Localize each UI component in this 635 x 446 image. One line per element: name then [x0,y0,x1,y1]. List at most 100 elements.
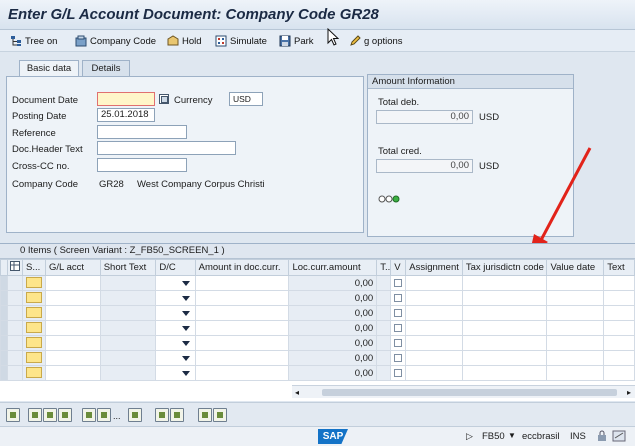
debit-credit-cell[interactable] [155,365,196,381]
col-value-date[interactable]: Value date [546,259,605,276]
scrollbar-thumb[interactable] [322,389,617,396]
chevron-down-icon[interactable] [181,310,190,316]
text-cell[interactable] [603,305,635,321]
status-cell-marker[interactable] [26,352,42,364]
debit-credit-cell[interactable] [155,335,196,351]
table-row[interactable]: 0,00 [0,335,635,351]
v-checkbox[interactable] [394,323,403,332]
status-cell[interactable] [22,335,46,351]
cut-icon[interactable] [82,408,96,422]
settings-icon[interactable] [612,430,626,445]
amount-doc-curr-cell[interactable] [194,275,290,291]
table-row[interactable]: 0,00 [0,365,635,381]
hold-button[interactable]: Hold [167,33,202,49]
gl-account-cell[interactable] [45,350,101,366]
debit-credit-cell[interactable] [155,350,196,366]
text-cell[interactable] [603,350,635,366]
debit-credit-cell[interactable] [155,275,196,291]
debit-credit-cell[interactable] [155,305,196,321]
horizontal-scrollbar[interactable]: ◂ ▸ [292,385,635,398]
row-selector[interactable] [0,320,8,336]
assignment-cell[interactable] [405,335,463,351]
amount-doc-curr-cell[interactable] [194,305,290,321]
doc-header-text-field[interactable] [97,141,236,155]
gl-account-cell[interactable] [45,290,101,306]
editing-options-button[interactable]: g options [349,33,403,49]
v-checkbox[interactable] [394,308,403,317]
tab-details[interactable]: Details [82,60,130,76]
assignment-cell[interactable] [405,305,463,321]
v-checkbox[interactable] [394,353,403,362]
text-cell[interactable] [603,365,635,381]
tax-jurisdiction-cell[interactable] [461,320,548,336]
v-checkbox[interactable] [394,278,403,287]
gl-account-cell[interactable] [45,335,101,351]
status-cell[interactable] [22,305,46,321]
row-selector[interactable] [0,290,8,306]
v-checkbox[interactable] [394,338,403,347]
v-cell[interactable] [390,365,407,381]
gl-account-cell[interactable] [45,305,101,321]
chevron-down-icon[interactable] [181,355,190,361]
col-v[interactable]: V [390,259,407,276]
gl-account-cell[interactable] [45,365,101,381]
row-selector[interactable] [0,335,8,351]
tax-jurisdiction-cell[interactable] [461,305,548,321]
status-cell[interactable] [22,365,46,381]
col-text[interactable]: Text [603,259,635,276]
assignment-cell[interactable] [405,365,463,381]
document-date-field[interactable] [97,92,155,106]
table-row[interactable]: 0,00 [0,305,635,321]
reference-field[interactable] [97,125,187,139]
play-icon[interactable]: ▷ [466,431,473,442]
status-cell-marker[interactable] [26,307,42,319]
status-cell-marker[interactable] [26,322,42,334]
text-cell[interactable] [603,290,635,306]
col-local-curr-amount[interactable]: Loc.curr.amount [288,259,378,276]
details-icon[interactable] [6,408,20,422]
chevron-down-icon[interactable] [181,370,190,376]
chevron-down-icon[interactable] [181,340,190,346]
amount-doc-curr-cell[interactable] [194,290,290,306]
paste-icon[interactable] [97,408,111,422]
value-date-cell[interactable] [546,305,605,321]
status-cell[interactable] [22,290,46,306]
amount-doc-curr-cell[interactable] [194,350,290,366]
value-date-cell[interactable] [546,335,605,351]
col-debit-credit[interactable]: D/C [155,259,196,276]
copy-document-icon[interactable] [155,408,169,422]
status-cell-marker[interactable] [26,367,42,379]
park-button[interactable]: Park [279,33,314,49]
debit-credit-cell[interactable] [155,320,196,336]
table-row[interactable]: 0,00 [0,290,635,306]
tax-jurisdiction-cell[interactable] [461,290,548,306]
v-cell[interactable] [390,290,407,306]
tax-jurisdiction-cell[interactable] [461,275,548,291]
table-row[interactable]: 0,00 [0,350,635,366]
table-row[interactable]: 0,00 [0,275,635,291]
col-status[interactable]: S... [22,259,46,276]
copy-row-icon[interactable] [58,408,72,422]
scroll-left-icon[interactable]: ◂ [295,388,299,397]
cross-cc-field[interactable] [97,158,187,172]
posting-date-field[interactable]: 25.01.2018 [97,108,155,122]
calendar-icon[interactable] [159,94,169,107]
value-date-cell[interactable] [546,365,605,381]
chevron-down-icon[interactable] [181,325,190,331]
value-date-cell[interactable] [546,320,605,336]
row-selector[interactable] [0,305,8,321]
sum-icon[interactable] [128,408,142,422]
more-icon[interactable]: ... [113,411,121,421]
chevron-down-icon[interactable] [181,280,190,286]
v-cell[interactable] [390,275,407,291]
col-gl-account[interactable]: G/L acct [45,259,101,276]
v-cell[interactable] [390,320,407,336]
scroll-right-icon[interactable]: ▸ [627,388,631,397]
col-amount-doc-curr[interactable]: Amount in doc.curr. [194,259,290,276]
chevron-down-icon[interactable] [181,295,190,301]
col-short-text[interactable]: Short Text [99,259,157,276]
amount-doc-curr-cell[interactable] [194,335,290,351]
value-date-cell[interactable] [546,275,605,291]
status-cell-marker[interactable] [26,277,42,289]
assignment-cell[interactable] [405,350,463,366]
